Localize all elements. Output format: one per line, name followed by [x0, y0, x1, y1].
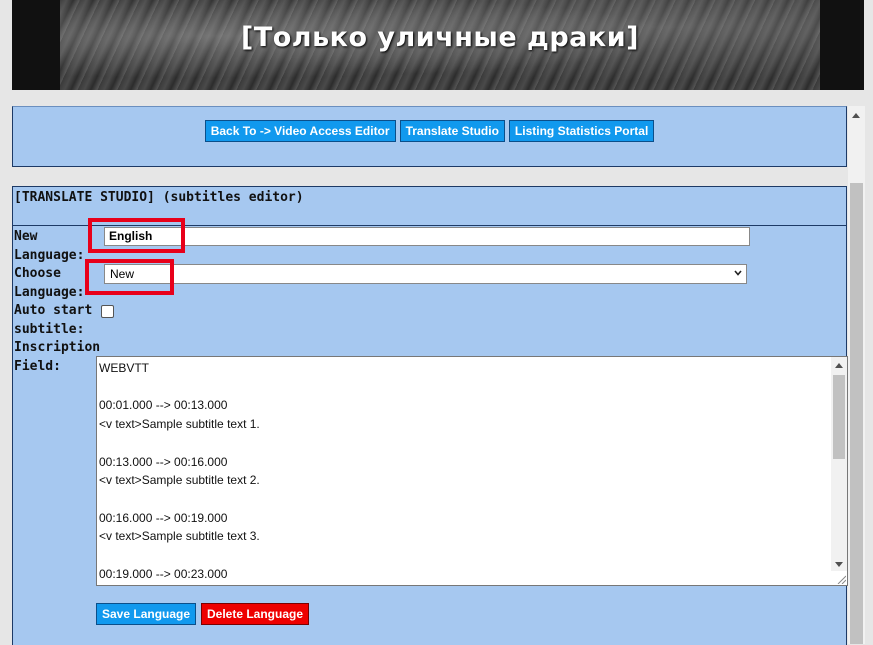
translate-studio-button[interactable]: Translate Studio	[399, 120, 505, 142]
new-language-label: New Language:	[14, 229, 85, 263]
video-banner: [Только уличные драки]	[12, 0, 864, 90]
resize-grip-icon[interactable]	[836, 574, 846, 584]
scroll-up-icon[interactable]	[835, 363, 843, 368]
new-language-input[interactable]: English	[104, 227, 750, 246]
nav-panel: Back To -> Video Access Editor Translate…	[12, 106, 847, 167]
page-scrollbar[interactable]	[848, 106, 865, 644]
inscription-label: Inscription Field:	[14, 340, 101, 374]
video-caption: [Только уличные драки]	[241, 22, 639, 53]
delete-language-button[interactable]: Delete Language	[201, 603, 310, 625]
choose-language-label: Choose Language:	[14, 266, 85, 300]
nav-button-group: Back To -> Video Access Editor Translate…	[13, 120, 846, 142]
page-scroll-up-icon[interactable]	[852, 113, 860, 118]
video-thumbnail[interactable]: [Только уличные драки]	[60, 0, 820, 90]
subtitles-editor-panel: [TRANSLATE STUDIO] (subtitles editor) Ne…	[12, 186, 848, 645]
highlight-choose-language	[85, 259, 174, 295]
save-language-button[interactable]: Save Language	[96, 603, 197, 625]
autostart-label: Auto start subtitle:	[14, 303, 93, 337]
autostart-checkbox[interactable]	[101, 305, 114, 318]
listing-statistics-portal-button[interactable]: Listing Statistics Portal	[508, 120, 655, 142]
choose-language-select[interactable]: New	[104, 264, 747, 284]
inscription-text: WEBVTT 00:01.000 --> 00:13.000 <v text>S…	[99, 361, 260, 581]
chevron-down-icon	[734, 270, 742, 276]
highlight-new-language	[88, 218, 185, 253]
inscription-textarea[interactable]: WEBVTT 00:01.000 --> 00:13.000 <v text>S…	[96, 356, 848, 586]
textarea-scroll-thumb[interactable]	[833, 375, 845, 459]
editor-title: [TRANSLATE STUDIO] (subtitles editor)	[14, 190, 304, 205]
scroll-down-icon[interactable]	[835, 562, 843, 567]
back-to-video-access-editor-button[interactable]: Back To -> Video Access Editor	[204, 120, 396, 142]
textarea-scrollbar[interactable]	[831, 357, 847, 571]
page-scroll-thumb[interactable]	[850, 183, 863, 644]
